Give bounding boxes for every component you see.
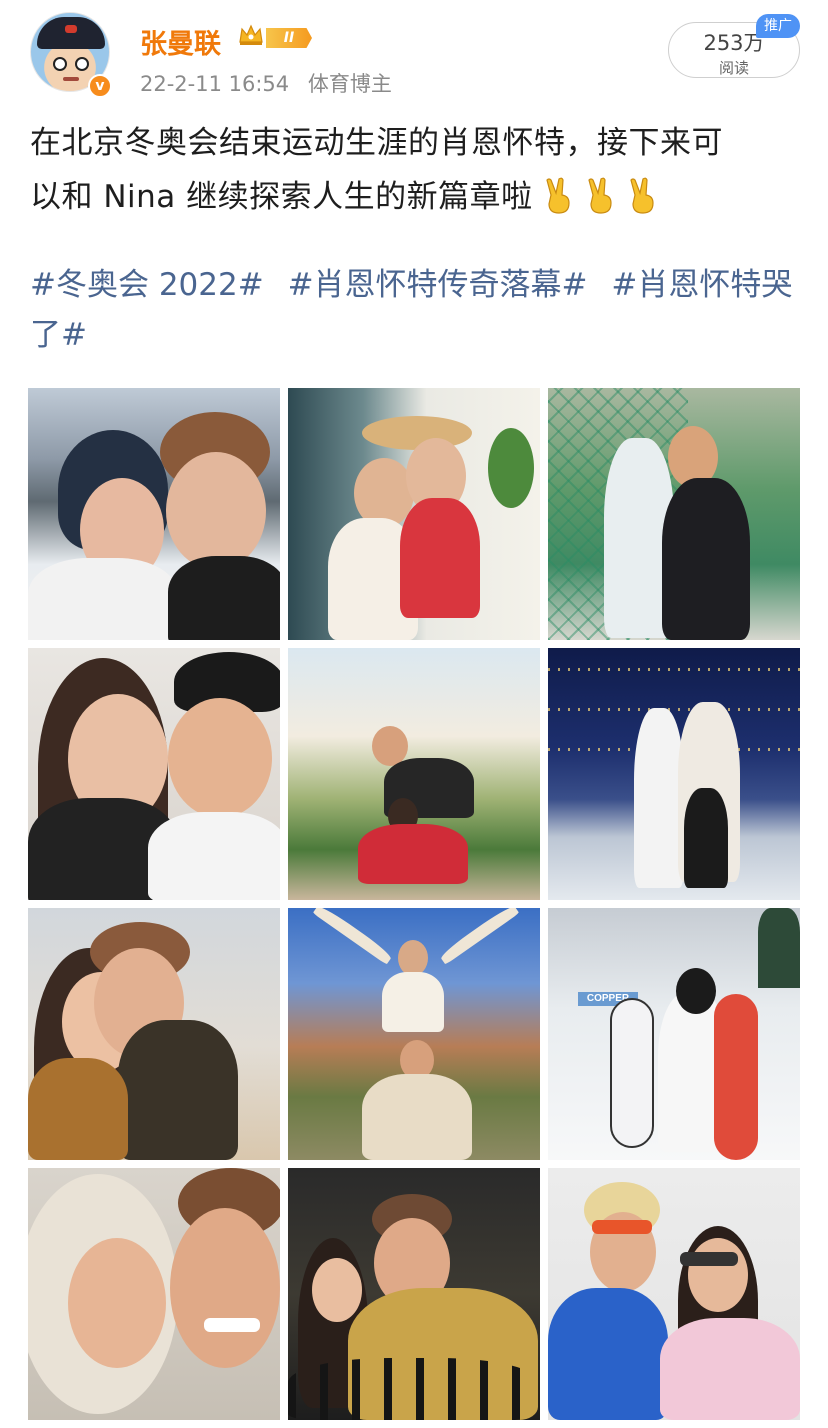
photo-night-lights-curling[interactable] [548, 648, 800, 900]
victory-hand-emoji-icon [629, 177, 654, 214]
username[interactable]: 张曼联 [140, 22, 221, 61]
photo-fur-hood-laughing[interactable] [28, 1168, 280, 1420]
post-meta: 22-2-11 16:54 体育博主 [140, 68, 392, 98]
victory-hand-emoji-icon [545, 177, 570, 214]
photo-hockey-arena-jersey[interactable] [288, 1168, 540, 1420]
promo-tag: 推广 [756, 14, 800, 38]
post-text-line-2-text: 以和 Nina 继续探索人生的新篇章啦 [30, 179, 533, 215]
photo-snowboards-copper[interactable]: COPPER [548, 908, 800, 1160]
photo-closeup-selfie-beanie[interactable] [28, 648, 280, 900]
crown-icon [239, 24, 263, 45]
hashtags: #冬奥会 2022# #肖恩怀特传奇落幕# #肖恩怀特哭了# [30, 260, 800, 360]
post-text: 在北京冬奥会结束运动生涯的肖恩怀特，接下来可 以和 Nina 继续探索人生的新篇… [30, 116, 800, 224]
photo-couple-straw-hat-patio[interactable] [288, 388, 540, 640]
hashtag-link[interactable]: #肖恩怀特传奇落幕# [288, 267, 588, 303]
photo-grid: COPPER [28, 388, 800, 1428]
category: 体育博主 [307, 72, 392, 96]
timestamp: 22-2-11 16:54 [140, 72, 290, 96]
photo-kiss-through-net[interactable] [548, 388, 800, 640]
photo-selfie-snow-mountain[interactable] [28, 388, 280, 640]
photo-arms-up-canyon[interactable] [288, 908, 540, 1160]
post-text-line-2: 以和 Nina 继续探索人生的新篇章啦 [30, 170, 800, 224]
verified-icon: v [88, 74, 112, 98]
views-label: 阅读 [718, 59, 749, 77]
level-badge: II [266, 28, 312, 48]
hashtag-link[interactable]: #冬奥会 2022# [30, 267, 264, 303]
photo-retro-costume-sunglasses[interactable] [548, 1168, 800, 1420]
photo-piggyback-garden[interactable] [288, 648, 540, 900]
post-header: v 张曼联 II 22-2-11 16:54 体育博主 253万 阅读 推广 [0, 0, 828, 110]
post-text-line-1: 在北京冬奥会结束运动生涯的肖恩怀特，接下来可 [30, 125, 723, 161]
victory-hand-emoji-icon [587, 177, 612, 214]
photo-beach-selfie-sunglasses[interactable] [28, 908, 280, 1160]
